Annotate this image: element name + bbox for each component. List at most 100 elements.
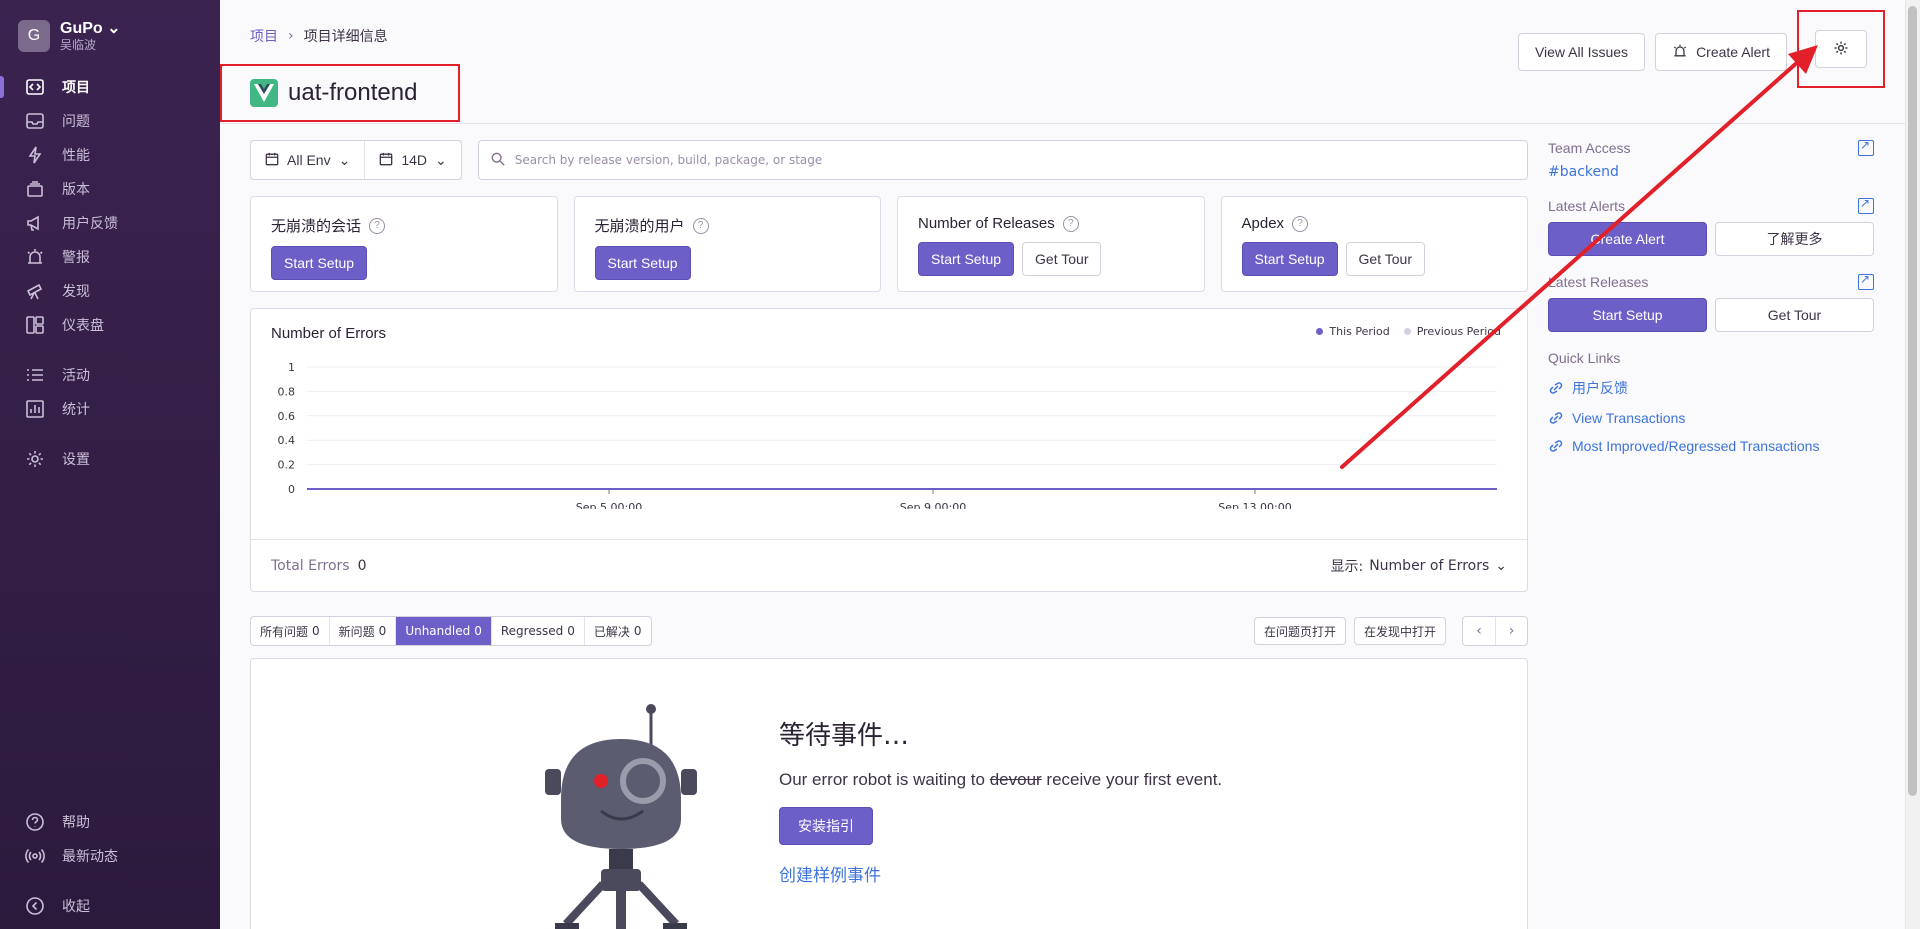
sidebar-item-help[interactable]: 帮助	[0, 805, 220, 839]
empty-description: Our error robot is waiting to devour rec…	[779, 766, 1249, 793]
sidebar-item-label: 仪表盘	[62, 318, 104, 334]
project-title-highlight: uat-frontend	[220, 64, 460, 122]
x-tick-label: Sep 13 00:00	[1218, 501, 1291, 509]
desc-before: Our error robot is waiting to	[779, 770, 985, 789]
sidebar-item-label: 用户反馈	[62, 216, 118, 232]
chevron-right-icon[interactable]: ›	[1495, 617, 1527, 645]
chevron-right-icon: ›	[288, 28, 294, 44]
sidebar-item-label: 问题	[62, 114, 90, 130]
create-sample-event-link[interactable]: 创建样例事件	[779, 861, 1249, 886]
display-value: Number of Errors	[1369, 557, 1490, 574]
tab-regressed[interactable]: Regressed 0	[490, 617, 584, 645]
open-external-icon[interactable]	[1858, 138, 1874, 156]
get-tour-button[interactable]: Get Tour	[1345, 242, 1425, 276]
sidebar-item-label: 最新动态	[62, 849, 118, 865]
list-icon	[24, 364, 46, 386]
start-setup-button[interactable]: Start Setup	[594, 246, 691, 280]
sidebar-item-label: 版本	[62, 182, 90, 198]
y-tick-label: 0.6	[278, 410, 296, 423]
scrollbar-thumb[interactable]	[1908, 6, 1917, 796]
quick-links-section: Quick Links 用户反馈 View Transactions Most …	[1548, 350, 1874, 454]
view-all-issues-button[interactable]: View All Issues	[1517, 33, 1646, 71]
quick-link-improved-regressed[interactable]: Most Improved/Regressed Transactions	[1548, 438, 1874, 454]
sidebar-item-whats-new[interactable]: 最新动态	[0, 839, 220, 873]
install-guide-button[interactable]: 安装指引	[779, 807, 873, 845]
create-alert-button[interactable]: Create Alert	[1548, 222, 1707, 256]
tab-unhandled[interactable]: Unhandled 0	[395, 617, 491, 645]
search-placeholder: Search by release version, build, packag…	[514, 153, 823, 167]
page-scrollbar[interactable]	[1905, 0, 1920, 929]
sidebar-item-issues[interactable]: 问题	[0, 104, 220, 138]
question-icon[interactable]: ?	[692, 217, 709, 234]
start-setup-button[interactable]: Start Setup	[1548, 298, 1707, 332]
chart-display-selector[interactable]: 显示: Number of Errors ⌄	[1330, 556, 1507, 576]
tab-resolved[interactable]: 已解决 0	[583, 617, 651, 645]
sidebar-item-discover[interactable]: 发现	[0, 274, 220, 308]
sidebar-item-releases[interactable]: 版本	[0, 172, 220, 206]
sidebar-item-label: 警报	[62, 250, 90, 266]
get-tour-button[interactable]: Get Tour	[1715, 298, 1874, 332]
org-avatar: G	[18, 20, 50, 52]
robot-illustration	[545, 704, 697, 929]
main-content: All Env ⌄ 14D ⌄ Search by release versio…	[250, 140, 1528, 929]
open-external-icon[interactable]	[1858, 196, 1874, 214]
breadcrumb-projects-link[interactable]: 项目	[250, 26, 278, 46]
question-icon[interactable]: ?	[1292, 215, 1309, 232]
sidebar-item-alerts[interactable]: 警报	[0, 240, 220, 274]
env-label: All Env	[287, 152, 331, 168]
chevron-left-icon[interactable]: ‹	[1463, 617, 1495, 645]
legend-previous-period[interactable]: Previous Period	[1403, 325, 1501, 338]
sidebar-item-activity[interactable]: 活动	[0, 358, 220, 392]
tab-new-issues[interactable]: 新问题 0	[328, 617, 396, 645]
sidebar-item-settings[interactable]: 设置	[0, 442, 220, 476]
header-actions: View All Issues Create Alert	[1517, 10, 1885, 88]
sidebar-item-label: 性能	[62, 148, 90, 164]
tab-all-issues[interactable]: 所有问题 0	[251, 617, 329, 645]
sidebar-item-performance[interactable]: 性能	[0, 138, 220, 172]
org-switcher[interactable]: G GuPo ⌄ 吴临波	[0, 0, 220, 70]
issues-toolbar: 所有问题 0 新问题 0 Unhandled 0 Regressed 0 已解决 0 在问…	[250, 616, 1528, 646]
code-icon	[24, 76, 46, 98]
y-tick-label: 0.8	[278, 385, 296, 398]
team-link[interactable]: #backend	[1548, 164, 1874, 180]
open-external-icon[interactable]	[1858, 272, 1874, 290]
tab-label: Unhandled	[405, 624, 471, 638]
breadcrumb: 项目 › 项目详细信息	[250, 26, 388, 46]
chevron-down-icon: ⌄	[435, 151, 447, 168]
start-setup-button[interactable]: Start Setup	[271, 246, 368, 280]
question-icon[interactable]: ?	[1062, 215, 1079, 232]
sidebar-item-projects[interactable]: 项目	[0, 70, 220, 104]
sidebar-item-stats[interactable]: 统计	[0, 392, 220, 426]
start-setup-button[interactable]: Start Setup	[918, 242, 1015, 276]
y-tick-label: 0.2	[278, 459, 296, 472]
section-title: Latest Alerts	[1548, 198, 1626, 214]
quick-link-label: 用户反馈	[1572, 380, 1628, 396]
open-in-issues-button[interactable]: 在问题页打开	[1253, 617, 1346, 645]
quick-link-feedback[interactable]: 用户反馈	[1548, 378, 1874, 398]
release-search-input[interactable]: Search by release version, build, packag…	[477, 140, 1528, 180]
create-alert-button[interactable]: Create Alert	[1655, 33, 1787, 71]
sidebar-item-label: 活动	[62, 368, 90, 384]
project-settings-button[interactable]	[1815, 30, 1867, 68]
get-tour-button[interactable]: Get Tour	[1022, 242, 1102, 276]
sidebar-nav: 项目 问题 性能 版本 用户反馈 警报 发现 仪表盘 活动 统计 设置	[0, 70, 220, 476]
legend-this-period[interactable]: This Period	[1316, 325, 1390, 338]
learn-more-button[interactable]: 了解更多	[1715, 222, 1874, 256]
chevron-down-icon: ⌄	[107, 20, 121, 37]
quick-link-transactions[interactable]: View Transactions	[1548, 410, 1874, 426]
environment-selector[interactable]: All Env ⌄	[251, 141, 364, 179]
period-selector[interactable]: 14D ⌄	[364, 141, 460, 179]
filter-bar: All Env ⌄ 14D ⌄ Search by release versio…	[250, 140, 1528, 180]
card-title: 无崩溃的会话	[271, 218, 362, 235]
open-in-discover-button[interactable]: 在发现中打开	[1353, 617, 1446, 645]
sidebar-collapse[interactable]: 收起	[0, 889, 220, 923]
sidebar-item-label: 帮助	[62, 815, 90, 831]
search-icon	[491, 152, 505, 169]
start-setup-button[interactable]: Start Setup	[1241, 242, 1338, 276]
display-label: 显示:	[1330, 558, 1364, 575]
sidebar-item-dashboards[interactable]: 仪表盘	[0, 308, 220, 342]
sidebar: G GuPo ⌄ 吴临波 项目 问题 性能 版本 用户反馈 警报 发现 仪表盘 …	[0, 0, 220, 929]
sidebar-item-feedback[interactable]: 用户反馈	[0, 206, 220, 240]
card-title: Apdex	[1241, 215, 1285, 232]
question-icon[interactable]: ?	[369, 217, 386, 234]
